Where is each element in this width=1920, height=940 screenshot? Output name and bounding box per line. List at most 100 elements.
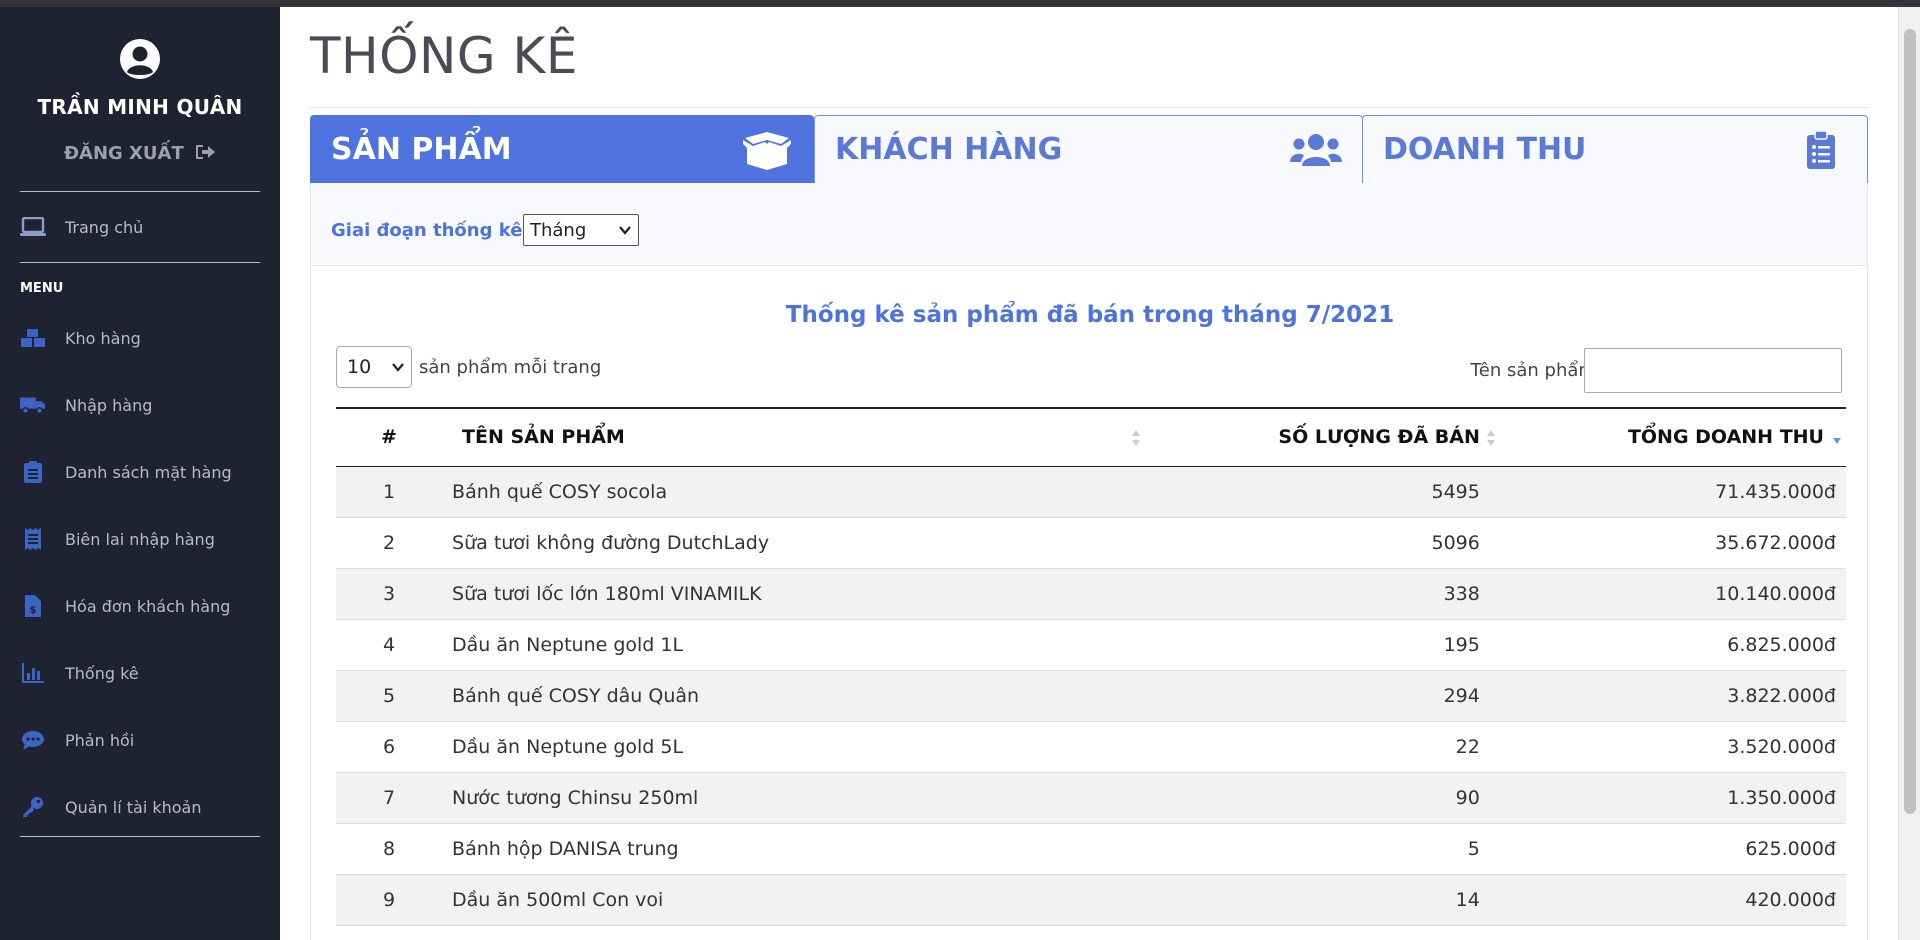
tab-label: KHÁCH HÀNG xyxy=(835,132,1063,167)
logout-label: ĐĂNG XUẤT xyxy=(63,143,184,164)
sidebar-item-label: Trang chủ xyxy=(65,217,144,237)
tab-products[interactable]: SẢN PHẨM xyxy=(310,115,814,183)
row-number: 1 xyxy=(336,466,443,518)
sidebar-item-label: Hóa đơn khách hàng xyxy=(65,596,231,616)
table-row: 6 Dầu ăn Neptune gold 5L 22 3.520.000đ xyxy=(336,721,1846,773)
sidebar-item-account[interactable]: Quản lí tài khoản xyxy=(20,791,270,823)
tab-revenue[interactable]: DOANH THU xyxy=(1362,115,1868,183)
truck-icon xyxy=(20,394,46,416)
page-length-value: 10 xyxy=(347,356,372,378)
laptop-icon xyxy=(20,216,46,238)
sidebar-item-label: Quản lí tài khoản xyxy=(65,797,202,817)
column-header-number[interactable]: # xyxy=(336,407,443,467)
invoice-dollar-icon: $ xyxy=(20,595,46,617)
table-row: 8 Bánh hộp DANISA trung 5 625.000đ xyxy=(336,823,1846,875)
product-name-cell: Dầu ăn Neptune gold 5L xyxy=(442,721,1146,773)
quantity-sold-cell: 195 xyxy=(1145,619,1498,671)
total-revenue-cell: 420.000đ xyxy=(1497,874,1846,926)
period-filter-bar: Giai đoạn thống kê: Tháng xyxy=(310,183,1868,266)
quantity-sold-cell: 22 xyxy=(1145,721,1498,773)
comment-dots-icon xyxy=(20,729,46,751)
total-revenue-cell: 3.520.000đ xyxy=(1497,721,1846,773)
sidebar-item-inventory[interactable]: Kho hàng xyxy=(20,322,270,354)
sidebar-item-import[interactable]: Nhập hàng xyxy=(20,389,270,421)
row-number: 8 xyxy=(336,823,443,875)
table-row: 2 Sữa tươi không đường DutchLady 5096 35.67… xyxy=(336,517,1846,569)
tab-customers[interactable]: KHÁCH HÀNG xyxy=(814,115,1363,183)
main-content: THỐNG KÊ SẢN PHẨM KHÁCH HÀNG DOANH THU G… xyxy=(280,7,1898,940)
sidebar-item-home[interactable]: Trang chủ xyxy=(20,211,270,243)
quantity-sold-cell: 5495 xyxy=(1145,466,1498,518)
tab-bar: SẢN PHẨM KHÁCH HÀNG DOANH THU xyxy=(310,115,1868,183)
sort-desc-icon xyxy=(1833,438,1841,444)
product-stats-table: # TÊN SẢN PHẨM SỐ LƯỢNG ĐÃ BÁN TỔNG DOAN… xyxy=(336,407,1846,926)
boxes-icon xyxy=(20,327,46,349)
page-length-label: sản phẩm mỗi trang xyxy=(419,357,602,378)
product-search-input[interactable] xyxy=(1584,348,1842,393)
sort-icon xyxy=(1132,430,1141,446)
user-avatar-icon xyxy=(118,37,162,81)
column-header-quantity-sold[interactable]: SỐ LƯỢNG ĐÃ BÁN xyxy=(1145,407,1498,467)
quantity-sold-cell: 338 xyxy=(1145,568,1498,620)
table-header-row: # TÊN SẢN PHẨM SỐ LƯỢNG ĐÃ BÁN TỔNG DOAN… xyxy=(336,407,1846,467)
svg-text:$: $ xyxy=(30,605,37,616)
quantity-sold-cell: 5096 xyxy=(1145,517,1498,569)
sidebar-item-label: Nhập hàng xyxy=(65,395,153,415)
column-header-label: TỔNG DOANH THU xyxy=(1627,426,1824,449)
column-header-product-name[interactable]: TÊN SẢN PHẨM xyxy=(442,407,1146,467)
row-number: 2 xyxy=(336,517,443,569)
total-revenue-cell: 3.822.000đ xyxy=(1497,670,1846,722)
quantity-sold-cell: 294 xyxy=(1145,670,1498,722)
product-name-cell: Nước tương Chinsu 250ml xyxy=(442,772,1146,824)
sidebar-item-invoices[interactable]: $ Hóa đơn khách hàng xyxy=(20,590,270,622)
column-header-total-revenue[interactable]: TỔNG DOANH THU xyxy=(1497,407,1846,467)
product-name-cell: Bánh quế COSY dâu Quân xyxy=(442,670,1146,722)
quantity-sold-cell: 90 xyxy=(1145,772,1498,824)
row-number: 7 xyxy=(336,772,443,824)
clipboard-list-icon xyxy=(20,461,46,483)
total-revenue-cell: 35.672.000đ xyxy=(1497,517,1846,569)
sidebar-item-label: Phản hồi xyxy=(65,730,135,750)
row-number: 9 xyxy=(336,874,443,926)
clipboard-list-icon xyxy=(1795,128,1847,172)
tab-label: DOANH THU xyxy=(1383,132,1587,167)
period-label: Giai đoạn thống kê: xyxy=(331,220,530,241)
period-select[interactable]: Tháng xyxy=(523,214,639,246)
receipt-icon xyxy=(20,528,46,550)
browser-top-border xyxy=(0,0,1920,7)
chevron-down-icon xyxy=(392,363,404,372)
search-label: Tên sản phẩm: xyxy=(1470,360,1602,381)
sidebar-item-statistics[interactable]: Thống kê xyxy=(20,657,270,689)
sidebar-item-receipts[interactable]: Biên lai nhập hàng xyxy=(20,523,270,555)
page-length-select[interactable]: 10 xyxy=(336,346,412,388)
product-name-cell: Sữa tươi không đường DutchLady xyxy=(442,517,1146,569)
report-card: Thống kê sản phẩm đã bán trong tháng 7/2… xyxy=(310,266,1868,940)
sidebar-item-label: Danh sách mặt hàng xyxy=(65,462,232,482)
product-name-cell: Dầu ăn Neptune gold 1L xyxy=(442,619,1146,671)
sidebar-item-feedback[interactable]: Phản hồi xyxy=(20,724,270,756)
table-row: 1 Bánh quế COSY socola 5495 71.435.000đ xyxy=(336,466,1846,518)
menu-heading: MENU xyxy=(20,281,64,296)
page-title: THỐNG KÊ xyxy=(310,27,578,85)
table-row: 7 Nước tương Chinsu 250ml 90 1.350.000đ xyxy=(336,772,1846,824)
sidebar-item-product-list[interactable]: Danh sách mặt hàng xyxy=(20,456,270,488)
table-row: 4 Dầu ăn Neptune gold 1L 195 6.825.000đ xyxy=(336,619,1846,671)
quantity-sold-cell: 5 xyxy=(1145,823,1498,875)
column-header-label: SỐ LƯỢNG ĐÃ BÁN xyxy=(1278,426,1480,449)
total-revenue-cell: 6.825.000đ xyxy=(1497,619,1846,671)
period-selected-value: Tháng xyxy=(530,219,587,241)
logout-button[interactable]: ĐĂNG XUẤT xyxy=(0,143,280,164)
row-number: 3 xyxy=(336,568,443,620)
product-name-cell: Sữa tươi lốc lớn 180ml VINAMILK xyxy=(442,568,1146,620)
page-scrollbar[interactable] xyxy=(1898,7,1920,940)
chevron-down-icon xyxy=(619,226,631,235)
product-name-cell: Bánh hộp DANISA trung xyxy=(442,823,1146,875)
product-name-cell: Dầu ăn 500ml Con voi xyxy=(442,874,1146,926)
scrollbar-thumb[interactable] xyxy=(1904,29,1916,814)
title-divider xyxy=(310,107,1868,108)
sidebar-divider xyxy=(20,262,260,263)
total-revenue-cell: 1.350.000đ xyxy=(1497,772,1846,824)
row-number: 4 xyxy=(336,619,443,671)
chart-bar-icon xyxy=(20,662,46,684)
quantity-sold-cell: 14 xyxy=(1145,874,1498,926)
